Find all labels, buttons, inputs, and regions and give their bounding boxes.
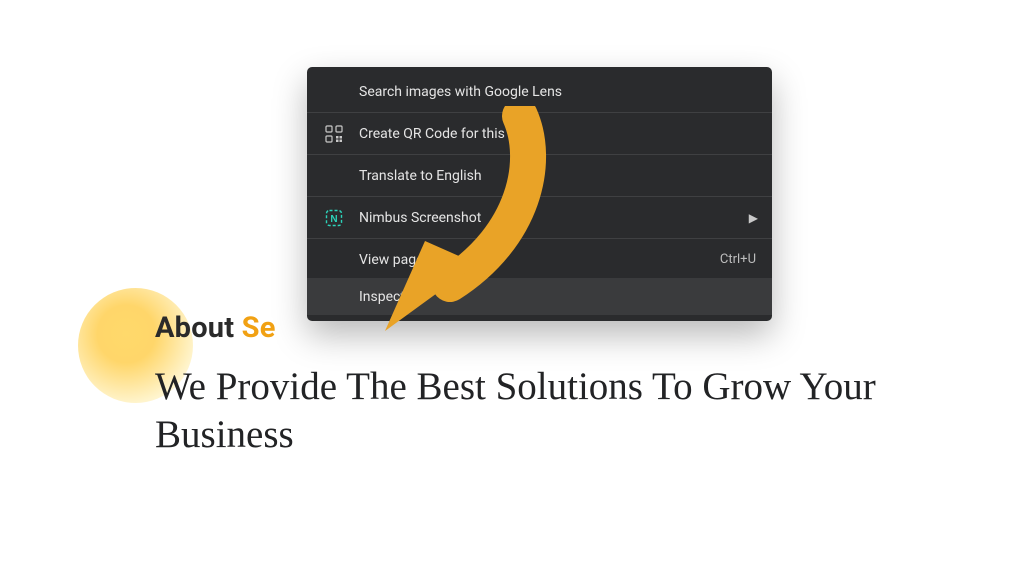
svg-text:N: N (330, 213, 337, 224)
ctx-item-search-images[interactable]: Search images with Google Lens (307, 73, 772, 110)
ctx-label: Inspect (359, 289, 756, 305)
ctx-label: View page source (359, 252, 720, 268)
empty-icon (323, 165, 345, 187)
empty-icon (323, 286, 345, 308)
ctx-item-inspect[interactable]: Inspect (307, 278, 772, 315)
ctx-separator (307, 154, 772, 155)
empty-icon (323, 249, 345, 271)
main-headline: We Provide The Best Solutions To Grow Yo… (155, 363, 915, 458)
nimbus-icon: N (323, 207, 345, 229)
empty-icon (323, 81, 345, 103)
ctx-item-translate[interactable]: Translate to English (307, 157, 772, 194)
ctx-item-view-source[interactable]: View page source Ctrl+U (307, 241, 772, 278)
ctx-label: Nimbus Screenshot (359, 210, 756, 226)
ctx-separator (307, 238, 772, 239)
ctx-separator (307, 196, 772, 197)
ctx-separator (307, 112, 772, 113)
page-heading-block: About Se We Provide The Best Solutions T… (155, 311, 915, 458)
submenu-arrow-icon: ▶ (749, 211, 758, 225)
ctx-label: Create QR Code for this page (359, 126, 756, 142)
ctx-item-qr-code[interactable]: Create QR Code for this page (307, 115, 772, 152)
ctx-label: Search images with Google Lens (359, 84, 756, 100)
ctx-item-nimbus[interactable]: N Nimbus Screenshot ▶ (307, 199, 772, 236)
about-label-accent: Se (242, 311, 276, 345)
context-menu: Search images with Google Lens Create QR… (307, 67, 772, 321)
ctx-label: Translate to English (359, 168, 756, 184)
ctx-shortcut: Ctrl+U (720, 252, 756, 267)
about-label-dark: About (155, 311, 242, 345)
qr-code-icon (323, 123, 345, 145)
